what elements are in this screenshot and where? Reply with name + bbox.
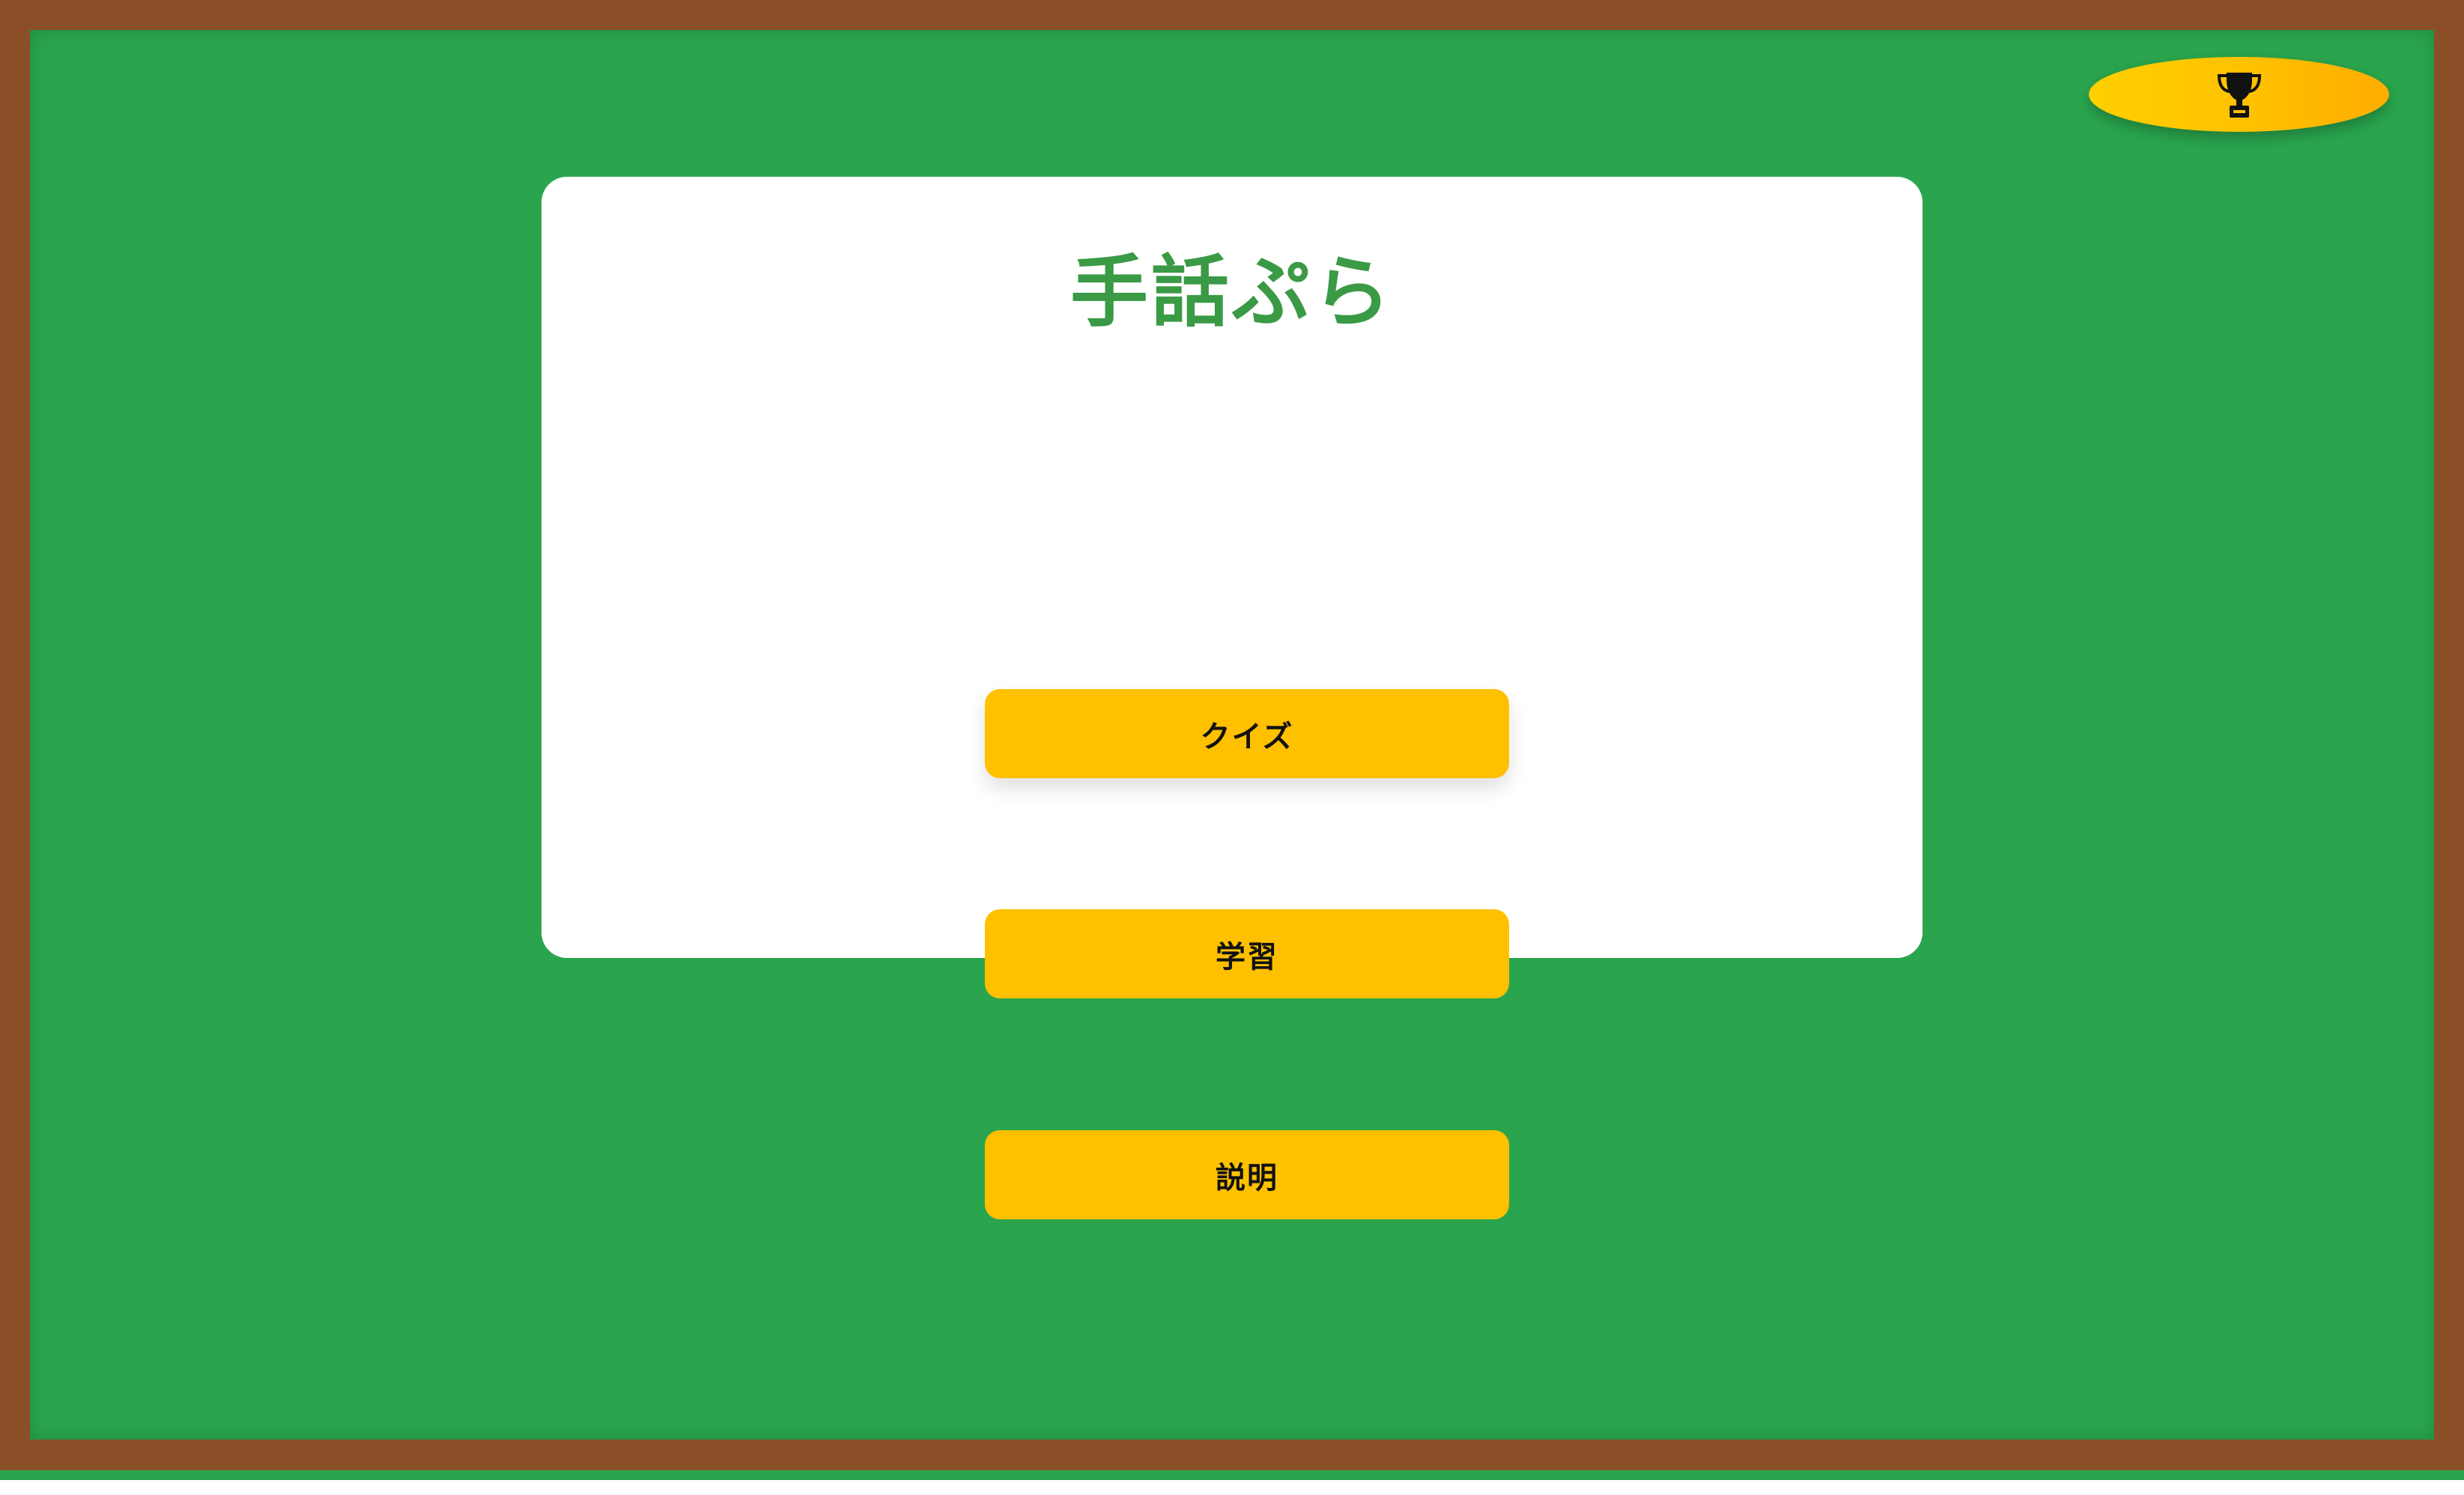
page-title: 手話ぷら (1069, 246, 1394, 338)
bottom-strip (0, 1470, 2464, 1480)
trophy-icon (2217, 73, 2261, 118)
explain-button[interactable]: 説明 (985, 1130, 1509, 1219)
quiz-button[interactable]: クイズ (985, 689, 1509, 778)
ranking-button[interactable] (2089, 57, 2389, 132)
app-screen: 手話ぷら クイズ 学習 説明 (0, 0, 2464, 1495)
study-button[interactable]: 学習 (985, 909, 1509, 998)
